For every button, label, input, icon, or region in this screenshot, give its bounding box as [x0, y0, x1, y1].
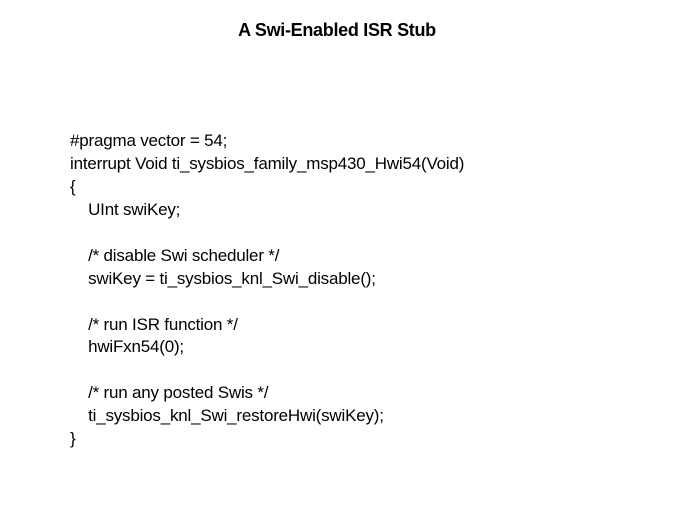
- code-line: ti_sysbios_knl_Swi_restoreHwi(swiKey);: [70, 406, 384, 425]
- code-line: /* run any posted Swis */: [70, 383, 268, 402]
- code-line: /* disable Swi scheduler */: [70, 246, 279, 265]
- code-line: hwiFxn54(0);: [70, 337, 184, 356]
- slide-title: A Swi-Enabled ISR Stub: [0, 0, 674, 41]
- code-block: #pragma vector = 54; interrupt Void ti_s…: [70, 130, 464, 451]
- code-line: UInt swiKey;: [70, 200, 180, 219]
- code-line: {: [70, 177, 75, 196]
- code-line: /* run ISR function */: [70, 315, 238, 334]
- code-line: interrupt Void ti_sysbios_family_msp430_…: [70, 154, 464, 173]
- code-line: swiKey = ti_sysbios_knl_Swi_disable();: [70, 269, 376, 288]
- code-line: #pragma vector = 54;: [70, 131, 227, 150]
- code-line: }: [70, 429, 75, 448]
